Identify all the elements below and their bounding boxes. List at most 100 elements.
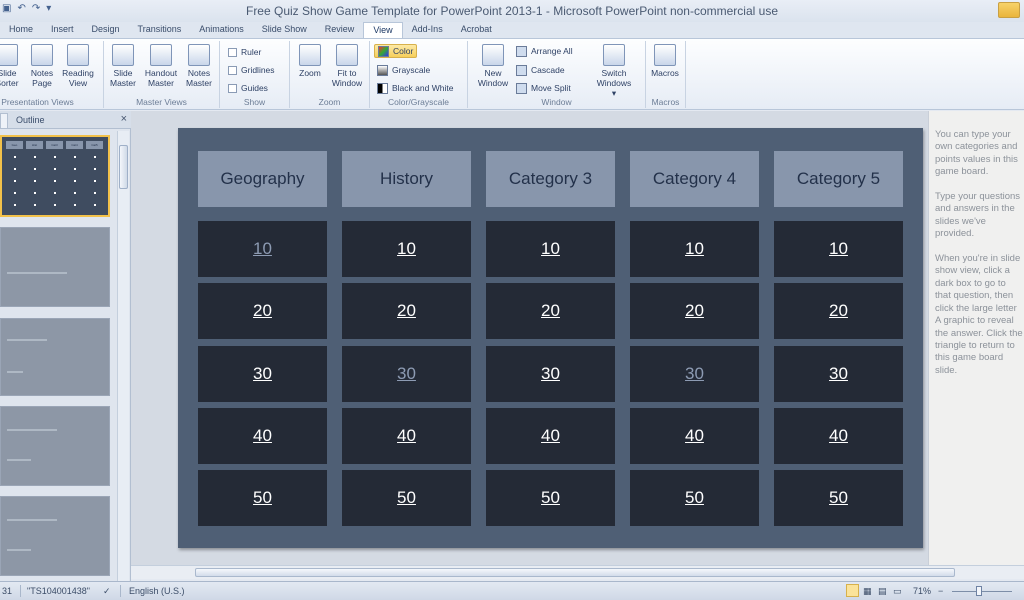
reading-view-icon (67, 44, 89, 66)
scrollbar-thumb[interactable] (119, 145, 128, 189)
question-cell[interactable]: 20 (486, 283, 615, 339)
zoom-level[interactable]: 71% (913, 586, 931, 596)
tab-slides[interactable] (0, 113, 8, 128)
notes-master-button[interactable]: Notes Master (182, 44, 216, 88)
zoom-slider-thumb[interactable] (976, 586, 982, 596)
tab-view[interactable]: View (363, 22, 403, 38)
save-icon[interactable]: ▣ (2, 3, 11, 14)
slide-number: 31 (2, 586, 13, 596)
switch-windows-button[interactable]: Switch Windows ▾ (594, 44, 634, 98)
group-color-grayscale: Color Grayscale Black and White Color/Gr… (370, 41, 468, 108)
question-cell[interactable]: 40 (342, 408, 471, 464)
question-cell[interactable]: 40 (486, 408, 615, 464)
question-cell[interactable]: 10 (486, 221, 615, 277)
tab-animations[interactable]: Animations (190, 22, 253, 38)
cascade-button[interactable]: Cascade (516, 63, 565, 77)
gridlines-label: Gridlines (241, 65, 275, 75)
arrange-all-label: Arrange All (531, 46, 573, 56)
spellcheck-icon[interactable]: ✓ (103, 586, 111, 597)
thumbnail-cell (74, 192, 76, 194)
tab-transitions[interactable]: Transitions (129, 22, 191, 38)
tab-add-ins[interactable]: Add-Ins (403, 22, 452, 38)
question-cell[interactable]: 50 (774, 470, 903, 526)
question-cell[interactable]: 30 (198, 346, 327, 402)
tab-slide-show[interactable]: Slide Show (253, 22, 316, 38)
point-value: 40 (397, 426, 416, 445)
question-cell[interactable]: 50 (630, 470, 759, 526)
slide-thumbnail[interactable] (0, 318, 110, 396)
slide-thumbnail-selected[interactable]: Geo Hist Cat3 Cat4 Cat5 (0, 135, 110, 217)
question-cell[interactable]: 30 (630, 346, 759, 402)
move-split-button[interactable]: Move Split (516, 81, 571, 95)
thumbnail-text (7, 429, 57, 431)
horizontal-scrollbar[interactable] (131, 565, 1024, 579)
slideshow-icon[interactable]: ▭ (893, 586, 902, 597)
thumbnail-cell (94, 204, 96, 206)
slide-sorter-view-icon[interactable]: ▦ (863, 586, 872, 597)
normal-view-icon[interactable] (846, 584, 859, 597)
new-window-button[interactable]: New Window (476, 44, 510, 88)
black-white-button[interactable]: Black and White (377, 81, 453, 95)
question-cell[interactable]: 40 (630, 408, 759, 464)
slides-scrollbar[interactable] (117, 131, 129, 581)
slide-master-button[interactable]: Slide Master (106, 44, 140, 88)
question-cell[interactable]: 20 (342, 283, 471, 339)
point-value: 20 (397, 301, 416, 320)
question-cell[interactable]: 10 (342, 221, 471, 277)
question-cell[interactable]: 20 (198, 283, 327, 339)
question-cell[interactable]: 50 (198, 470, 327, 526)
undo-icon[interactable]: ↶ (17, 3, 25, 14)
slide-thumbnail[interactable] (0, 227, 110, 307)
notes-page-button[interactable]: Notes Page (25, 44, 59, 88)
tab-review[interactable]: Review (316, 22, 364, 38)
question-cell[interactable]: 40 (198, 408, 327, 464)
zoom-label: Zoom (299, 68, 321, 78)
question-cell[interactable]: 20 (630, 283, 759, 339)
question-cell[interactable]: 30 (774, 346, 903, 402)
question-cell[interactable]: 30 (342, 346, 471, 402)
color-button[interactable]: Color (374, 44, 418, 58)
question-cell[interactable]: 50 (342, 470, 471, 526)
question-cell[interactable]: 30 (486, 346, 615, 402)
slide-thumbnail[interactable] (0, 496, 110, 576)
fit-to-window-button[interactable]: Fit to Window (330, 44, 364, 88)
handout-master-button[interactable]: Handout Master (144, 44, 178, 88)
tab-insert[interactable]: Insert (42, 22, 83, 38)
zoom-button[interactable]: Zoom (293, 44, 327, 78)
language[interactable]: English (U.S.) (129, 586, 185, 596)
question-cell[interactable]: 10 (198, 221, 327, 277)
qat-dropdown-icon[interactable]: ▾ (46, 3, 51, 14)
guides-checkbox[interactable]: Guides (228, 81, 268, 95)
close-icon[interactable]: × (121, 113, 127, 125)
slide-sorter-icon (0, 44, 18, 66)
scrollbar-thumb[interactable] (195, 568, 955, 577)
macros-label: Macros (651, 68, 679, 78)
reading-view-icon[interactable]: ▤ (878, 586, 887, 597)
tab-outline[interactable]: Outline (10, 113, 51, 128)
category-header: Category 4 (630, 151, 759, 207)
tab-acrobat[interactable]: Acrobat (452, 22, 501, 38)
question-cell[interactable]: 10 (630, 221, 759, 277)
arrange-all-button[interactable]: Arrange All (516, 44, 573, 58)
tab-home[interactable]: Home (0, 22, 42, 38)
question-cell[interactable]: 20 (774, 283, 903, 339)
slide-thumbnail[interactable] (0, 406, 110, 486)
question-cell[interactable]: 50 (486, 470, 615, 526)
grayscale-button[interactable]: Grayscale (377, 63, 430, 77)
question-cell[interactable]: 10 (774, 221, 903, 277)
macros-button[interactable]: Macros (648, 44, 682, 78)
notes-page-label: Notes Page (30, 68, 54, 88)
slide-sorter-button[interactable]: Slide Sorter (0, 44, 24, 88)
question-cell[interactable]: 40 (774, 408, 903, 464)
minimize-button[interactable] (998, 2, 1020, 18)
zoom-slider[interactable] (952, 591, 1012, 592)
ruler-checkbox[interactable]: Ruler (228, 45, 261, 59)
thumbnail-text (7, 339, 47, 341)
redo-icon[interactable]: ↷ (32, 3, 40, 14)
gridlines-checkbox[interactable]: Gridlines (228, 63, 275, 77)
reading-view-button[interactable]: Reading View (61, 44, 95, 88)
tab-design[interactable]: Design (83, 22, 129, 38)
thumbnail-cell (74, 156, 76, 158)
point-value: 50 (253, 488, 272, 507)
zoom-out-button[interactable]: − (938, 586, 943, 596)
